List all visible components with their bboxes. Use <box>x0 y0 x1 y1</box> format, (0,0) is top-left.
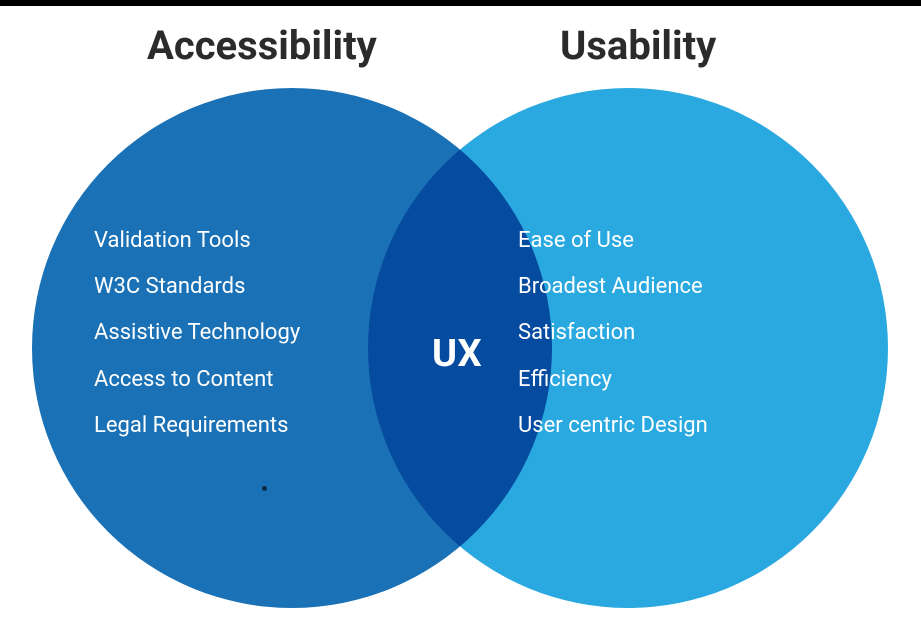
top-black-bar <box>0 0 921 6</box>
list-item: Validation Tools <box>94 218 300 264</box>
intersection-label: UX <box>432 332 482 376</box>
left-set-title: Accessibility <box>147 22 377 69</box>
list-item: Access to Content <box>94 357 300 403</box>
list-item: Legal Requirements <box>94 403 300 449</box>
list-item: Satisfaction <box>518 310 708 356</box>
list-item: W3C Standards <box>94 264 300 310</box>
venn-diagram: UX Validation Tools W3C Standards Assist… <box>32 88 892 618</box>
accessibility-items: Validation Tools W3C Standards Assistive… <box>94 218 300 449</box>
right-set-title: Usability <box>560 22 716 69</box>
usability-items: Ease of Use Broadest Audience Satisfacti… <box>518 218 708 449</box>
list-item: Ease of Use <box>518 218 708 264</box>
list-item: Broadest Audience <box>518 264 708 310</box>
list-item: Efficiency <box>518 357 708 403</box>
decorative-dot <box>262 486 267 491</box>
list-item: User centric Design <box>518 403 708 449</box>
list-item: Assistive Technology <box>94 310 300 356</box>
